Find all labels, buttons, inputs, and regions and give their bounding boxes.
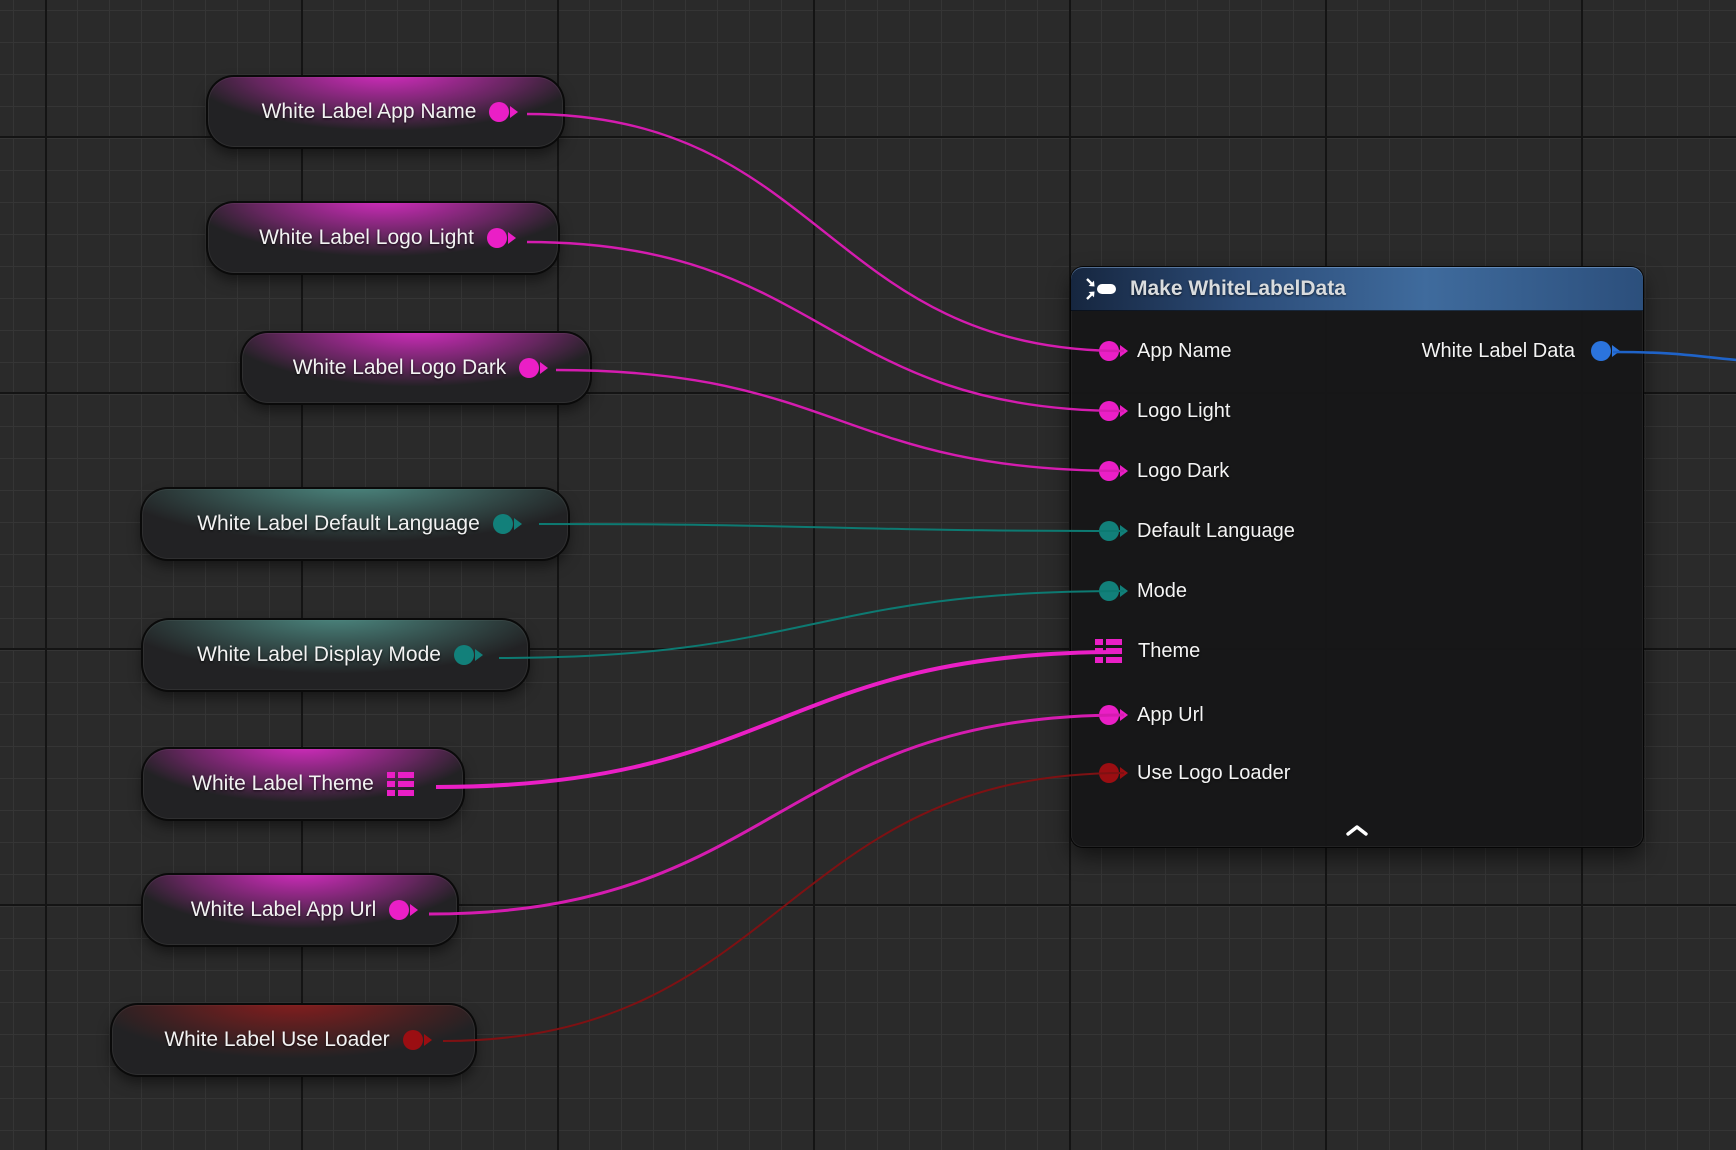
pin-label: Use Logo Loader [1137,762,1290,785]
getter-node-label: White Label Logo Light [259,226,474,250]
getter-node-white-label-logo-dark[interactable]: White Label Logo Dark [242,333,590,403]
getter-node-label: White Label Use Loader [164,1028,389,1052]
getter-node-white-label-logo-light[interactable]: White Label Logo Light [208,203,558,273]
pin-label: Theme [1138,640,1200,663]
output-pin-string[interactable] [389,900,409,920]
getter-node-label: White Label Theme [192,772,374,796]
pin-arrow-icon [508,232,516,244]
blueprint-graph-canvas[interactable]: White Label App Name White Label Logo Li… [0,0,1736,1150]
getter-node-white-label-default-language[interactable]: White Label Default Language [142,489,568,559]
pin-dot-icon [489,102,509,122]
wire-default-language[interactable] [539,524,1124,531]
make-struct-icon [1085,276,1119,302]
pin-label: App Name [1137,340,1232,363]
output-pin-row-white-label-data[interactable]: White Label Data [1422,339,1613,363]
input-pin-row-default-language[interactable]: Default Language [1099,519,1295,543]
pin-arrow-icon [410,904,418,916]
getter-node-white-label-app-name[interactable]: White Label App Name [208,77,563,147]
pin-dot-icon [519,358,539,378]
pin-dot-icon [493,514,513,534]
wire-app-url[interactable] [429,715,1124,914]
getter-node-white-label-theme[interactable]: White Label Theme [143,749,463,819]
pin-dot-icon [454,645,474,665]
wire-use-loader[interactable] [443,773,1124,1041]
struct-pin-icon[interactable] [387,772,414,796]
pin-dot-icon [1591,341,1611,361]
pin-label: Logo Dark [1137,460,1229,483]
pin-label: Mode [1137,580,1187,603]
pin-arrow-icon [540,362,548,374]
collapse-node-button[interactable] [1340,821,1374,839]
output-pin-string[interactable] [489,102,509,122]
pin-dot-icon [403,1030,423,1050]
wire-logo-dark[interactable] [556,370,1124,471]
wire-theme[interactable] [436,652,1118,787]
pin-label: White Label Data [1422,340,1575,363]
pin-arrow-icon [510,106,518,118]
node-header[interactable]: Make WhiteLabelData [1071,267,1643,311]
output-pin-string[interactable] [487,228,507,248]
make-whitelabeldata-node[interactable]: Make WhiteLabelData App Name Logo Light … [1071,267,1643,847]
output-pin-icon[interactable] [1591,341,1611,361]
pin-arrow-icon [514,518,522,530]
getter-node-label: White Label Default Language [197,512,480,536]
output-pin-enum[interactable] [454,645,474,665]
output-pin-string[interactable] [519,358,539,378]
pin-label: Logo Light [1137,400,1230,423]
wire-logo-light[interactable] [527,242,1124,411]
pin-dot-icon [487,228,507,248]
wire-display-mode[interactable] [499,591,1124,658]
output-pin-bool[interactable] [403,1030,423,1050]
getter-node-white-label-app-url[interactable]: White Label App Url [143,875,457,945]
output-pin-enum[interactable] [493,514,513,534]
getter-node-label: White Label App Name [262,100,477,124]
pin-arrow-icon [424,1034,432,1046]
getter-node-white-label-display-mode[interactable]: White Label Display Mode [143,620,528,690]
getter-node-label: White Label Display Mode [197,643,441,667]
getter-node-label: White Label App Url [191,898,377,922]
wire-app-name[interactable] [527,114,1124,351]
node-title: Make WhiteLabelData [1130,277,1346,301]
pin-label: Default Language [1137,520,1295,543]
pin-label: App Url [1137,704,1204,727]
input-pin-row-use-logo-loader[interactable]: Use Logo Loader [1099,761,1290,785]
pin-arrow-icon [475,649,483,661]
getter-node-label: White Label Logo Dark [293,356,507,380]
chevron-up-icon [1346,825,1368,836]
pin-dot-icon [389,900,409,920]
getter-node-white-label-use-loader[interactable]: White Label Use Loader [112,1005,475,1075]
